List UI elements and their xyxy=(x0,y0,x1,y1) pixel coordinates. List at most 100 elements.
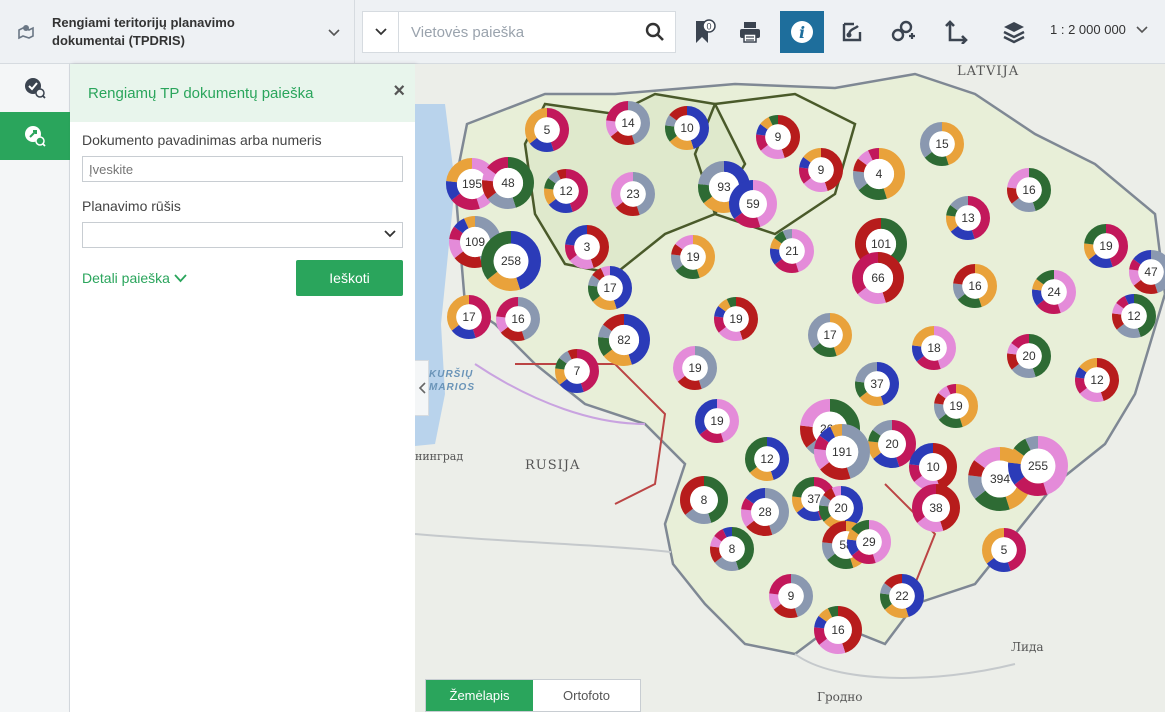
cluster-marker[interactable]: 10 xyxy=(665,106,710,151)
cluster-marker[interactable]: 37 xyxy=(854,362,899,407)
chevron-down-icon[interactable] xyxy=(328,24,340,42)
detailed-search-link[interactable]: Detali paieška xyxy=(82,270,187,286)
cluster-marker[interactable]: 38 xyxy=(912,483,961,532)
cluster-marker[interactable]: 24 xyxy=(1031,270,1076,315)
search-button[interactable]: Ieškoti xyxy=(296,260,403,296)
cluster-marker[interactable]: 20 xyxy=(868,419,917,468)
cluster-marker[interactable]: 191 xyxy=(814,423,871,480)
cluster-marker[interactable]: 9 xyxy=(768,574,813,619)
cluster-count: 12 xyxy=(760,452,774,466)
cluster-marker[interactable]: 59 xyxy=(729,179,777,228)
cluster-marker[interactable]: 19 xyxy=(1083,224,1128,269)
route-icon[interactable] xyxy=(882,11,926,53)
rail-search-document[interactable] xyxy=(0,112,70,160)
cluster-marker[interactable]: 12 xyxy=(744,437,789,482)
cluster-marker[interactable]: 82 xyxy=(597,314,650,367)
cluster-count: 258 xyxy=(501,254,521,268)
cluster-marker[interactable]: 19 xyxy=(713,297,758,342)
cluster-marker[interactable]: 19 xyxy=(672,346,717,391)
cluster-marker[interactable]: 20 xyxy=(1006,334,1051,379)
cluster-marker[interactable]: 28 xyxy=(741,487,790,536)
cluster-count: 24 xyxy=(1047,285,1061,299)
cluster-marker[interactable]: 12 xyxy=(1111,294,1156,339)
cluster-marker[interactable]: 66 xyxy=(851,252,904,305)
cluster-count: 19 xyxy=(710,414,724,428)
cluster-marker[interactable]: 47 xyxy=(1128,250,1165,295)
panel-collapse-tab[interactable] xyxy=(415,360,429,416)
cluster-marker[interactable]: 14 xyxy=(606,101,651,146)
cluster-marker[interactable]: 19 xyxy=(694,399,739,444)
cluster-marker[interactable]: 29 xyxy=(846,520,891,565)
cluster-marker[interactable]: 12 xyxy=(544,169,589,214)
basemap-orthophoto-option[interactable]: Ortofoto xyxy=(533,680,640,711)
bookmark-icon[interactable]: 0 xyxy=(682,11,726,53)
cluster-count: 10 xyxy=(680,121,694,135)
document-name-input[interactable] xyxy=(82,156,403,182)
cluster-marker[interactable]: 3 xyxy=(564,225,609,270)
cluster-count: 3 xyxy=(584,240,591,254)
cluster-marker[interactable]: 23 xyxy=(611,172,656,217)
cluster-marker[interactable]: 16 xyxy=(495,296,540,341)
cluster-marker[interactable]: 22 xyxy=(879,574,924,619)
cluster-marker[interactable]: 17 xyxy=(807,313,852,358)
cluster-marker[interactable]: 15 xyxy=(920,122,965,167)
cluster-count: 19 xyxy=(1099,239,1113,253)
cluster-marker[interactable]: 13 xyxy=(945,196,990,241)
cluster-marker[interactable]: 16 xyxy=(952,264,997,309)
cluster-marker[interactable]: 17 xyxy=(446,294,491,339)
cluster-marker[interactable]: 10 xyxy=(909,442,958,491)
detailed-search-label: Detali paieška xyxy=(82,270,170,286)
cluster-marker[interactable]: 258 xyxy=(481,230,542,291)
cluster-count: 19 xyxy=(688,361,702,375)
cluster-count: 20 xyxy=(834,501,848,515)
info-icon[interactable]: i xyxy=(780,11,824,53)
search-icon[interactable] xyxy=(635,22,675,42)
cluster-marker[interactable]: 16 xyxy=(1007,168,1052,213)
scale-selector[interactable]: 1 : 2 000 000 xyxy=(1050,22,1148,37)
cluster-count: 82 xyxy=(617,333,631,347)
cluster-count: 109 xyxy=(465,235,485,249)
chevron-down-icon xyxy=(1136,25,1148,33)
cluster-marker[interactable]: 4 xyxy=(852,148,906,201)
app-selector[interactable]: Rengiami teritorijų planavimo dokumentai… xyxy=(0,0,355,64)
cluster-count: 195 xyxy=(462,177,482,191)
cluster-marker[interactable]: 18 xyxy=(911,326,956,371)
cluster-marker[interactable]: 21 xyxy=(769,229,814,274)
cluster-count: 66 xyxy=(871,271,885,285)
layers-icon[interactable] xyxy=(992,11,1036,53)
measure-icon[interactable] xyxy=(830,11,874,53)
cluster-count: 16 xyxy=(511,312,525,326)
cluster-count: 12 xyxy=(1090,373,1104,387)
chevron-down-icon[interactable] xyxy=(363,12,399,52)
cluster-marker[interactable]: 12 xyxy=(1074,358,1119,403)
cluster-marker[interactable]: 16 xyxy=(813,605,862,654)
country-label: RUSIJA xyxy=(525,458,581,473)
cluster-count: 9 xyxy=(775,130,782,144)
cluster-marker[interactable]: 9 xyxy=(799,148,844,193)
cluster-marker[interactable]: 8 xyxy=(680,475,729,524)
cluster-marker[interactable]: 19 xyxy=(933,384,978,429)
cluster-marker[interactable]: 255 xyxy=(1007,436,1068,497)
svg-text:i: i xyxy=(799,23,805,42)
cluster-marker[interactable]: 5 xyxy=(981,528,1026,573)
cluster-marker[interactable]: 20 xyxy=(818,486,863,531)
cluster-marker[interactable]: 9 xyxy=(756,115,801,160)
cluster-marker[interactable]: 48 xyxy=(481,156,535,210)
cluster-marker[interactable]: 5 xyxy=(525,107,570,152)
cluster-count: 17 xyxy=(603,281,617,295)
location-search-input[interactable] xyxy=(399,12,635,52)
cluster-count: 14 xyxy=(621,116,635,130)
planning-type-select[interactable] xyxy=(82,222,403,248)
coordinate-icon[interactable] xyxy=(934,11,978,53)
country-label: LATVIJA xyxy=(957,64,1020,79)
basemap-map-option[interactable]: Žemėlapis xyxy=(426,680,533,711)
cluster-count: 16 xyxy=(831,623,845,637)
cluster-marker[interactable]: 8 xyxy=(709,527,754,572)
close-icon[interactable]: × xyxy=(393,80,405,103)
cluster-marker[interactable]: 7 xyxy=(554,349,599,394)
map-view[interactable]: 5 14 10 9 15 195 48 12 23 93 9 4 59 16 13 109 258 3 19 21 10… xyxy=(415,64,1165,712)
cluster-marker[interactable]: 17 xyxy=(587,266,632,311)
rail-search-check[interactable] xyxy=(0,64,70,112)
print-icon[interactable] xyxy=(728,11,772,53)
cluster-marker[interactable]: 19 xyxy=(670,235,715,280)
